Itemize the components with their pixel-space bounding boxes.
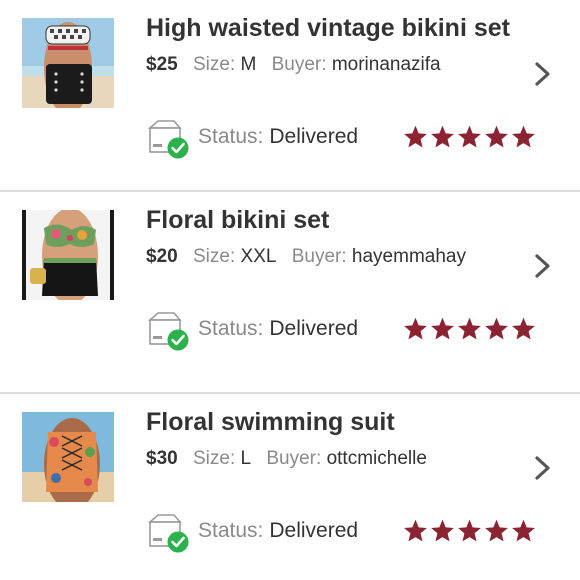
delivered-box-icon xyxy=(147,312,189,351)
status-row: Status: Delivered xyxy=(146,118,566,160)
size-label: Size: xyxy=(192,246,236,267)
star-icon xyxy=(458,317,481,340)
status-value: Delivered xyxy=(269,317,359,340)
status-text: Status: Delivered xyxy=(198,317,368,341)
status-row: Status: Delivered xyxy=(146,310,566,352)
buyer-value[interactable]: hayemmahay xyxy=(352,246,466,267)
rating-stars xyxy=(402,124,537,150)
product-meta: $30 Size: L Buyer: ottcmichelle xyxy=(146,448,437,470)
star-icon xyxy=(431,317,454,340)
list-item[interactable]: High waisted vintage bikini set $25 Size… xyxy=(0,0,580,192)
list-item[interactable]: Floral swimming suit $30 Size: L Buyer: … xyxy=(0,394,580,580)
product-thumbnail[interactable] xyxy=(22,210,114,300)
size-label: Size: xyxy=(192,448,236,469)
price: $30 xyxy=(146,448,178,469)
product-thumbnail[interactable] xyxy=(22,18,114,108)
chevron-right-icon[interactable] xyxy=(532,252,554,280)
status-text: Status: Delivered xyxy=(198,125,368,149)
size-value: XXL xyxy=(240,246,277,267)
star-icon xyxy=(512,519,535,542)
status-label: Status: xyxy=(198,125,264,148)
star-icon xyxy=(485,519,508,542)
size-value: M xyxy=(240,54,257,75)
product-title[interactable]: High waisted vintage bikini set xyxy=(146,14,510,43)
status-value: Delivered xyxy=(269,519,359,542)
product-meta: $20 Size: XXL Buyer: hayemmahay xyxy=(146,246,476,268)
product-title[interactable]: Floral swimming suit xyxy=(146,408,395,437)
sold-items-list: High waisted vintage bikini set $25 Size… xyxy=(0,0,580,580)
price: $25 xyxy=(146,54,178,75)
buyer-value[interactable]: ottcmichelle xyxy=(327,448,427,469)
size-label: Size: xyxy=(192,54,236,75)
star-icon xyxy=(485,125,508,148)
status-text: Status: Delivered xyxy=(198,519,368,543)
star-icon xyxy=(404,125,427,148)
status-label: Status: xyxy=(198,519,264,542)
size-value: L xyxy=(240,448,252,469)
star-icon xyxy=(431,519,454,542)
buyer-value[interactable]: morinanazifa xyxy=(332,54,441,75)
buyer-label: Buyer: xyxy=(271,54,327,75)
product-title[interactable]: Floral bikini set xyxy=(146,206,329,235)
star-icon xyxy=(431,125,454,148)
price: $20 xyxy=(146,246,178,267)
star-icon xyxy=(404,317,427,340)
rating-stars xyxy=(402,316,537,342)
star-icon xyxy=(512,317,535,340)
delivered-box-icon xyxy=(147,514,189,553)
buyer-label: Buyer: xyxy=(291,246,347,267)
rating-stars xyxy=(402,518,537,544)
star-icon xyxy=(485,317,508,340)
chevron-right-icon[interactable] xyxy=(532,454,554,482)
status-value: Delivered xyxy=(269,125,359,148)
list-item[interactable]: Floral bikini set $20 Size: XXL Buyer: h… xyxy=(0,192,580,394)
star-icon xyxy=(512,125,535,148)
chevron-right-icon[interactable] xyxy=(532,60,554,88)
product-thumbnail[interactable] xyxy=(22,412,114,502)
star-icon xyxy=(458,519,481,542)
status-row: Status: Delivered xyxy=(146,512,566,554)
status-label: Status: xyxy=(198,317,264,340)
buyer-label: Buyer: xyxy=(266,448,322,469)
product-meta: $25 Size: M Buyer: morinanazifa xyxy=(146,54,451,76)
star-icon xyxy=(404,519,427,542)
delivered-box-icon xyxy=(147,120,189,159)
star-icon xyxy=(458,125,481,148)
